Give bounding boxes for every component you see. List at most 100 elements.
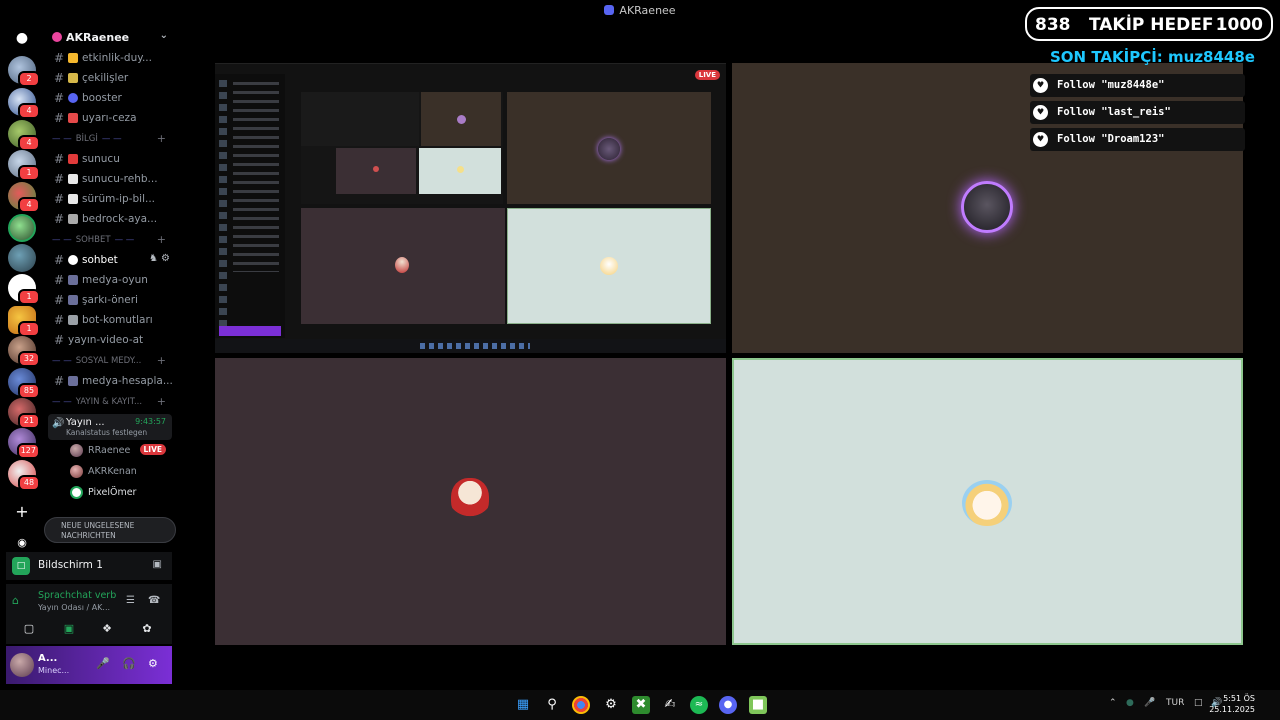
- signal-icon[interactable]: ⌂: [12, 594, 19, 607]
- language-indicator[interactable]: TUR: [1166, 698, 1184, 708]
- stream-tile-screen[interactable]: LIVE: [215, 63, 726, 353]
- server-icon[interactable]: 4: [8, 182, 40, 213]
- hash-icon: #: [54, 71, 65, 85]
- channel-item-sohbet[interactable]: # sohbet ♞ ⚙: [44, 250, 178, 270]
- headphones-icon[interactable]: 🎧: [122, 657, 136, 670]
- chevron-down-icon[interactable]: ⌄: [160, 30, 168, 41]
- server-icon[interactable]: 85: [8, 368, 40, 399]
- channel-item[interactable]: # sunucu: [44, 149, 178, 169]
- add-channel-icon[interactable]: +: [157, 132, 166, 145]
- voice-user[interactable]: PixelÖmer: [44, 482, 178, 503]
- voice-user[interactable]: RRaenee LIVE: [44, 440, 178, 461]
- network-icon[interactable]: □: [1194, 698, 1203, 708]
- nested-inner-share: [301, 92, 419, 146]
- channel-item[interactable]: # medya-oyun: [44, 270, 178, 290]
- stop-share-icon[interactable]: ▣: [153, 559, 162, 570]
- screen-share-label: Bildschirm 1: [38, 559, 103, 571]
- add-channel-icon[interactable]: +: [157, 354, 166, 367]
- video-tile-speaking[interactable]: [732, 358, 1243, 645]
- spotify-icon[interactable]: ≈: [690, 696, 708, 714]
- channel-item[interactable]: # etkinlik-duy...: [44, 48, 178, 68]
- channel-label: sunucu-rehb...: [82, 173, 158, 185]
- server-icon[interactable]: 1: [8, 274, 40, 305]
- tray-app-icon[interactable]: ●: [1126, 698, 1134, 708]
- channel-item[interactable]: # medya-hesapla...: [44, 371, 178, 391]
- channel-item[interactable]: # çekilişler: [44, 68, 178, 88]
- noise-suppression-icon[interactable]: ☰: [126, 595, 135, 606]
- channel-item[interactable]: # bot-komutları: [44, 310, 178, 330]
- screen-share-button-icon[interactable]: ▣: [58, 622, 80, 638]
- channel-label: bot-komutları: [82, 314, 153, 326]
- microphone-icon[interactable]: 🎤: [96, 657, 110, 670]
- app-icon[interactable]: ⚙: [602, 696, 620, 714]
- category-header[interactable]: — — YAYIN & KAYIT... +: [44, 391, 178, 412]
- taskbar-clock[interactable]: 5:51 ÖS 25.11.2025: [1209, 693, 1255, 715]
- server-icon[interactable]: 48: [8, 460, 40, 491]
- windows-start-icon[interactable]: ▦: [514, 696, 532, 714]
- add-channel-icon[interactable]: +: [157, 233, 166, 246]
- channel-emoji-icon: [68, 376, 78, 386]
- nested-screen-share: [301, 92, 503, 204]
- app-icon[interactable]: ✍: [661, 696, 679, 714]
- server-icon[interactable]: 4: [8, 120, 40, 151]
- server-icon[interactable]: 2: [8, 56, 40, 87]
- search-icon[interactable]: ⚲: [543, 696, 561, 714]
- activities-icon[interactable]: ❖: [96, 622, 118, 638]
- voice-status-title[interactable]: Sprachchat verb: [38, 590, 116, 601]
- user-name[interactable]: A...: [38, 653, 57, 664]
- channel-emoji-icon: [68, 275, 78, 285]
- server-icon[interactable]: 127: [8, 428, 40, 459]
- xbox-icon[interactable]: ✖: [632, 696, 650, 714]
- server-icon[interactable]: 1: [8, 150, 40, 181]
- avatar: [70, 444, 83, 457]
- follow-alert-text: Follow "muz8448e": [1057, 79, 1165, 91]
- category-header[interactable]: — — SOSYAL MEDY... +: [44, 350, 178, 371]
- server-icon[interactable]: 32: [8, 336, 40, 367]
- discover-icon[interactable]: ◉: [14, 535, 30, 551]
- channel-item[interactable]: # sürüm-ip-bil...: [44, 189, 178, 209]
- gear-icon[interactable]: ⚙: [148, 657, 158, 670]
- channel-item[interactable]: # bedrock-aya...: [44, 209, 178, 229]
- server-icon[interactable]: 21: [8, 398, 40, 429]
- add-channel-icon[interactable]: +: [157, 395, 166, 408]
- voice-connection-panel: ⌂ Sprachchat verb Yayın Odası / AK... ☰ …: [6, 584, 172, 644]
- channel-item[interactable]: # yayın-video-at: [44, 330, 178, 350]
- channel-item[interactable]: # sunucu-rehb...: [44, 169, 178, 189]
- voice-channel-status[interactable]: Kanalstatus festlegen: [52, 428, 168, 437]
- channel-item[interactable]: # booster: [44, 88, 178, 108]
- discord-home-icon[interactable]: ●: [12, 30, 32, 46]
- heart-icon: ♥: [1033, 105, 1048, 120]
- category-dash-icon: — —: [52, 133, 72, 144]
- server-icon[interactable]: [8, 244, 36, 272]
- category-dash-icon: — —: [52, 396, 72, 407]
- unread-messages-pill[interactable]: NEUE UNGELESENE NACHRICHTEN: [44, 517, 176, 543]
- discord-taskbar-icon[interactable]: ●: [719, 696, 737, 714]
- camera-off-icon[interactable]: ▢: [18, 622, 40, 638]
- tray-expand-icon[interactable]: ⌃: [1109, 698, 1117, 708]
- avatar: [962, 480, 1012, 526]
- video-tile[interactable]: [215, 358, 726, 645]
- voice-user[interactable]: AKRKenan: [44, 461, 178, 482]
- minecraft-icon[interactable]: ■: [749, 696, 767, 714]
- channel-item[interactable]: # şarkı-öneri: [44, 290, 178, 310]
- avatar[interactable]: [10, 653, 34, 677]
- soundboard-icon[interactable]: ✿: [136, 622, 158, 638]
- channel-label: sunucu: [82, 153, 120, 165]
- server-icon[interactable]: 1: [8, 306, 40, 337]
- voice-channel-active[interactable]: 🔊 Yayın ... 9:43:57 Kanalstatus festlege…: [48, 414, 172, 440]
- disconnect-icon[interactable]: ☎: [148, 595, 160, 606]
- channel-emoji-icon: [68, 73, 78, 83]
- category-header[interactable]: — — BİLGİ — — +: [44, 128, 178, 149]
- category-header[interactable]: — — SOHBET — — +: [44, 229, 178, 250]
- channel-settings-icons[interactable]: ♞ ⚙: [149, 253, 170, 264]
- channel-item[interactable]: # uyarı-ceza: [44, 108, 178, 128]
- live-badge: LIVE: [139, 444, 166, 455]
- add-server-icon[interactable]: +: [14, 504, 30, 520]
- voice-status-channel[interactable]: Yayın Odası / AK...: [38, 603, 110, 612]
- microphone-tray-icon[interactable]: 🎤: [1144, 698, 1155, 708]
- server-icon[interactable]: [8, 214, 36, 242]
- last-follower-label: SON TAKİPÇİ: muz8448e: [1050, 48, 1255, 66]
- chrome-icon[interactable]: [572, 696, 590, 714]
- hash-icon: #: [54, 111, 65, 125]
- server-icon[interactable]: 4: [8, 88, 40, 119]
